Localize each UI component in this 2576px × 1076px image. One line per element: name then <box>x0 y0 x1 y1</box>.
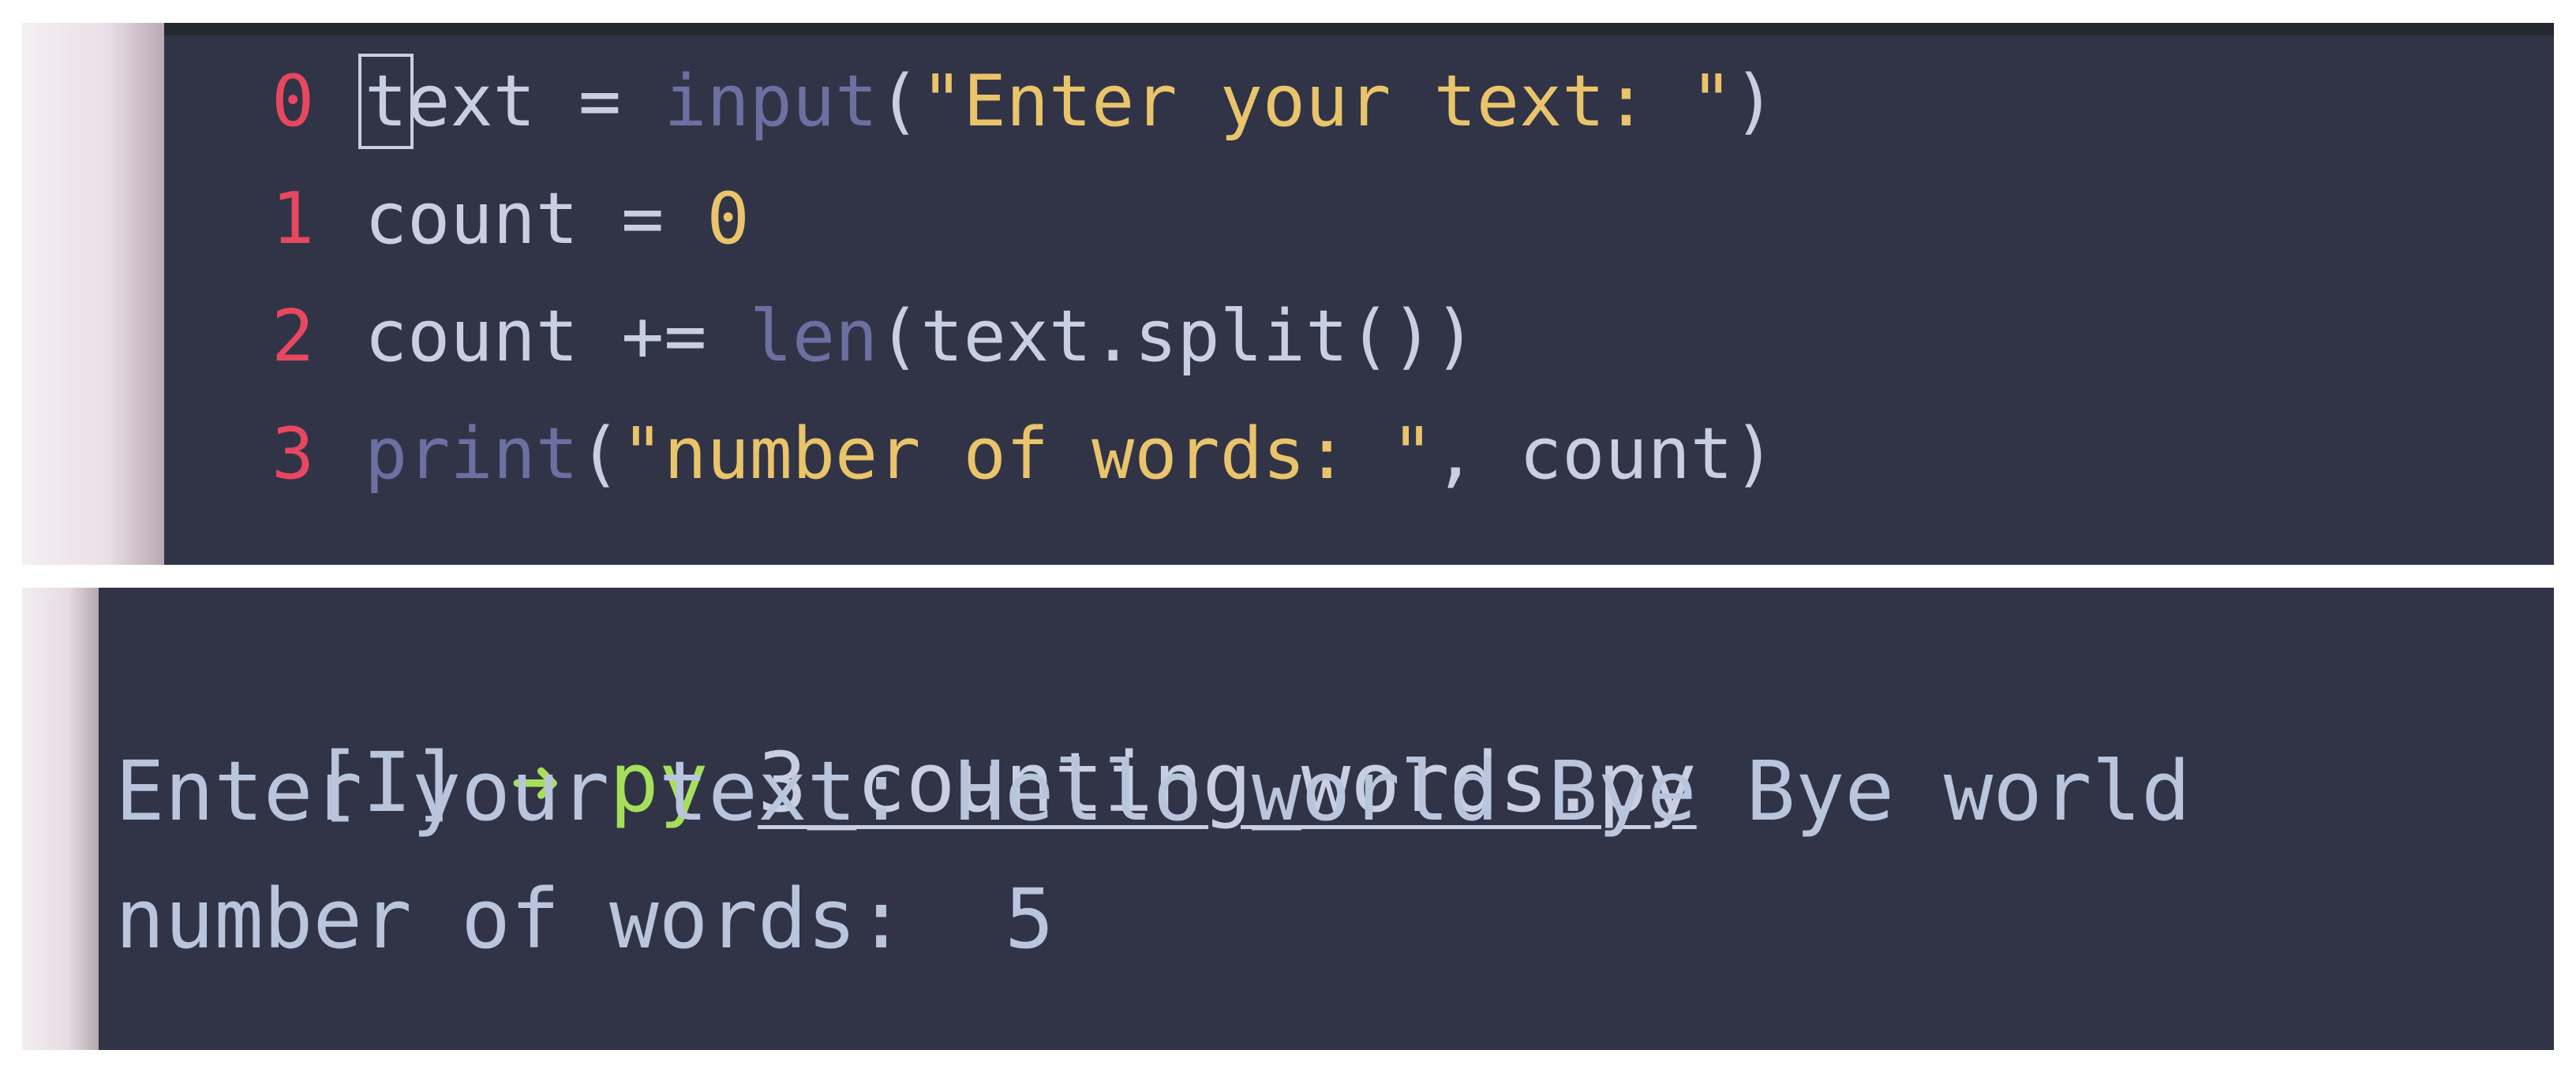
operator: = <box>578 177 707 260</box>
terminal-prompt-line: [I] ➜ py 3_counting_words.py <box>115 605 1696 831</box>
builtin-function: print <box>365 413 578 495</box>
builtin-function: len <box>749 295 878 378</box>
terminal-output-line: Enter your text: Hello world Bye Bye wor… <box>115 743 2191 839</box>
line-number: 2 <box>271 295 315 378</box>
code-line[interactable]: 3 print("number of words: ", count) <box>164 399 2554 510</box>
line-number: 3 <box>271 413 315 495</box>
string-literal: "Enter your text: " <box>920 60 1733 143</box>
paren: ) <box>1732 60 1777 143</box>
identifier: count <box>365 295 578 378</box>
code-editor[interactable]: 0 text = input("Enter your text: ") 1 coun… <box>164 23 2554 565</box>
paren: ( <box>878 60 921 143</box>
identifier: count <box>365 177 578 260</box>
editor-window-edge <box>22 23 164 565</box>
text-cursor: t <box>358 54 414 149</box>
call-args: (text.split()) <box>878 295 1477 378</box>
string-literal: "number of words: " <box>621 413 1434 495</box>
terminal[interactable]: [I] ➜ py 3_counting_words.py Enter your … <box>99 588 2554 1050</box>
code-line[interactable]: 0 text = input("Enter your text: ") <box>164 47 2554 157</box>
operator: = <box>535 60 665 143</box>
terminal-window-edge <box>22 588 99 1050</box>
line-number: 1 <box>271 177 315 260</box>
identifier: text <box>358 54 536 149</box>
terminal-output-line: number of words: 5 <box>115 871 1054 967</box>
operator: += <box>578 295 750 378</box>
line-number: 0 <box>271 60 315 143</box>
call-args: , count) <box>1433 413 1777 495</box>
paren: ( <box>578 413 622 495</box>
code-line[interactable]: 2 count += len(text.split()) <box>164 282 2554 392</box>
code-line[interactable]: 1 count = 0 <box>164 164 2554 275</box>
number-literal: 0 <box>706 177 750 260</box>
builtin-function: input <box>664 60 878 143</box>
